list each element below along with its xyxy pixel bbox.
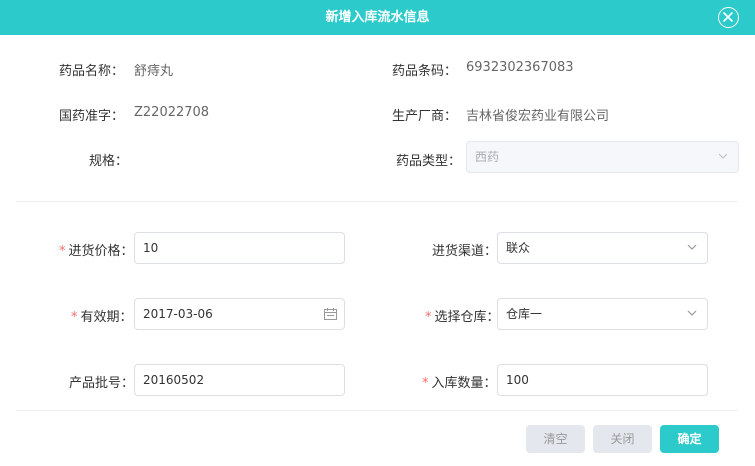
batch-number-label: 产品批号： [69,376,135,391]
purchase-price-label: * 进货价格： [59,244,134,259]
drug-type-label: 药品类型： [396,154,462,169]
maker-value: 吉林省俊宏药业有限公司 [466,109,610,124]
approval-value: Z22022708 [134,105,210,120]
drug-name-label: 药品名称： [59,64,125,79]
close-button[interactable] [718,7,739,28]
calendar-icon[interactable] [324,308,337,320]
section-divider [16,201,738,202]
channel-select[interactable]: 联众 [497,232,708,264]
drug-type-select: 西药 [466,141,739,173]
batch-number-input[interactable]: 20160502 [134,364,345,396]
quantity-label: * 入库数量： [422,376,497,391]
close-dialog-button[interactable]: 关闭 [593,425,652,453]
expiry-label: * 有效期： [71,310,133,325]
chevron-down-icon [718,153,728,159]
drug-name-value: 舒痔丸 [134,64,174,79]
warehouse-label: * 选择仓库： [425,310,500,325]
channel-value: 联众 [506,241,531,255]
required-mark: * [59,244,66,259]
close-icon [723,12,733,22]
required-mark: * [422,376,429,391]
barcode-value: 6932302367083 [466,60,574,75]
barcode-label: 药品条码： [392,64,458,79]
quantity-input[interactable]: 100 [497,364,708,396]
dialog-title: 新增入库流水信息 [325,10,430,25]
maker-label: 生产厂商： [392,109,458,124]
required-mark: * [425,310,432,325]
warehouse-select[interactable]: 仓库一 [497,298,708,330]
footer-divider [16,410,738,411]
dialog-header: 新增入库流水信息 [0,0,755,35]
clear-button[interactable]: 清空 [526,425,585,453]
required-mark: * [71,310,78,325]
approval-label: 国药准字： [59,109,125,124]
chevron-down-icon [687,310,697,316]
spec-label: 规格： [89,154,129,169]
purchase-price-input[interactable]: 10 [134,232,345,264]
channel-label: 进货渠道： [432,244,498,259]
confirm-button[interactable]: 确定 [660,425,719,453]
drug-type-value: 西药 [475,150,500,164]
chevron-down-icon [687,244,697,250]
expiry-date-input[interactable]: 2017-03-06 [134,298,345,330]
warehouse-value: 仓库一 [506,307,543,321]
